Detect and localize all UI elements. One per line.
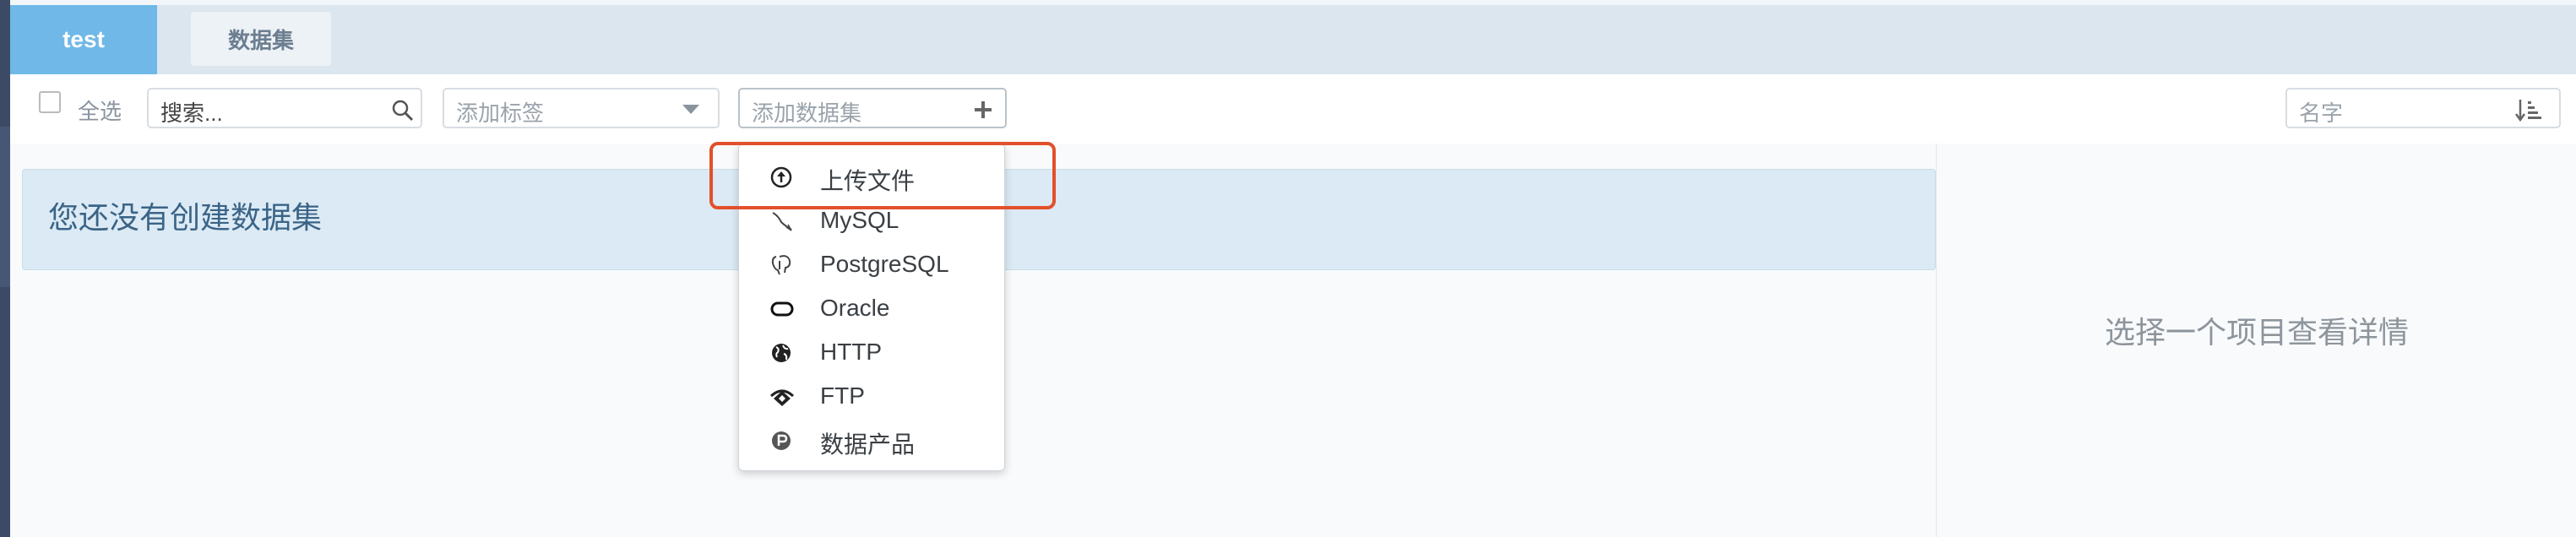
toolbar: 全选 搜索... 添加标签 添加数据集 名字 [10, 74, 2576, 144]
left-nav-highlight [0, 127, 10, 287]
empty-state-message: 您还没有创建数据集 [48, 200, 323, 235]
plus-icon [975, 101, 992, 118]
chevron-down-icon [682, 105, 699, 114]
add-dataset-button[interactable]: 添加数据集 [738, 88, 1007, 128]
menu-item-label: HTTP [820, 339, 883, 365]
left-nav-strip [0, 0, 10, 537]
tab-bar: test 数据集 [10, 0, 2576, 74]
ftp-icon [769, 389, 795, 406]
add-dataset-label: 添加数据集 [752, 100, 862, 126]
menu-item-label: MySQL [820, 207, 899, 233]
menu-item-label: 数据产品 [820, 431, 916, 458]
data-product-icon [772, 431, 791, 450]
detail-placeholder: 选择一个项目查看详情 [2104, 315, 2409, 350]
menu-item-ftp[interactable]: FTP [739, 374, 1004, 418]
tag-select[interactable]: 添加标签 [443, 88, 720, 128]
menu-item-data-product[interactable]: 数据产品 [739, 418, 1004, 462]
oracle-icon [770, 301, 794, 317]
detail-pane: 选择一个项目查看详情 [1936, 144, 2576, 537]
select-all-checkbox[interactable] [39, 91, 61, 113]
menu-item-label: FTP [820, 382, 865, 409]
menu-item-oracle[interactable]: Oracle [739, 286, 1004, 330]
menu-item-label: PostgreSQL [820, 251, 949, 277]
search-input-text: 搜索... [160, 100, 223, 126]
postgresql-icon [771, 255, 791, 275]
menu-item-postgresql[interactable]: PostgreSQL [739, 242, 1004, 286]
sort-select-placeholder: 名字 [2299, 100, 2344, 126]
mysql-icon [772, 212, 792, 231]
select-all-label[interactable]: 全选 [78, 95, 122, 126]
menu-item-label: Oracle [820, 295, 890, 321]
sort-select[interactable]: 名字 [2285, 88, 2561, 128]
sort-icon[interactable] [2515, 98, 2546, 122]
upload-file-highlight-box [709, 142, 1056, 209]
search-input[interactable]: 搜索... [147, 88, 422, 128]
menu-item-http[interactable]: HTTP [739, 330, 1004, 374]
tab-datasets[interactable]: 数据集 [191, 12, 331, 66]
globe-icon [772, 344, 791, 362]
search-icon[interactable] [392, 100, 414, 122]
tab-test[interactable]: test [10, 5, 157, 74]
tag-select-placeholder: 添加标签 [456, 100, 545, 126]
